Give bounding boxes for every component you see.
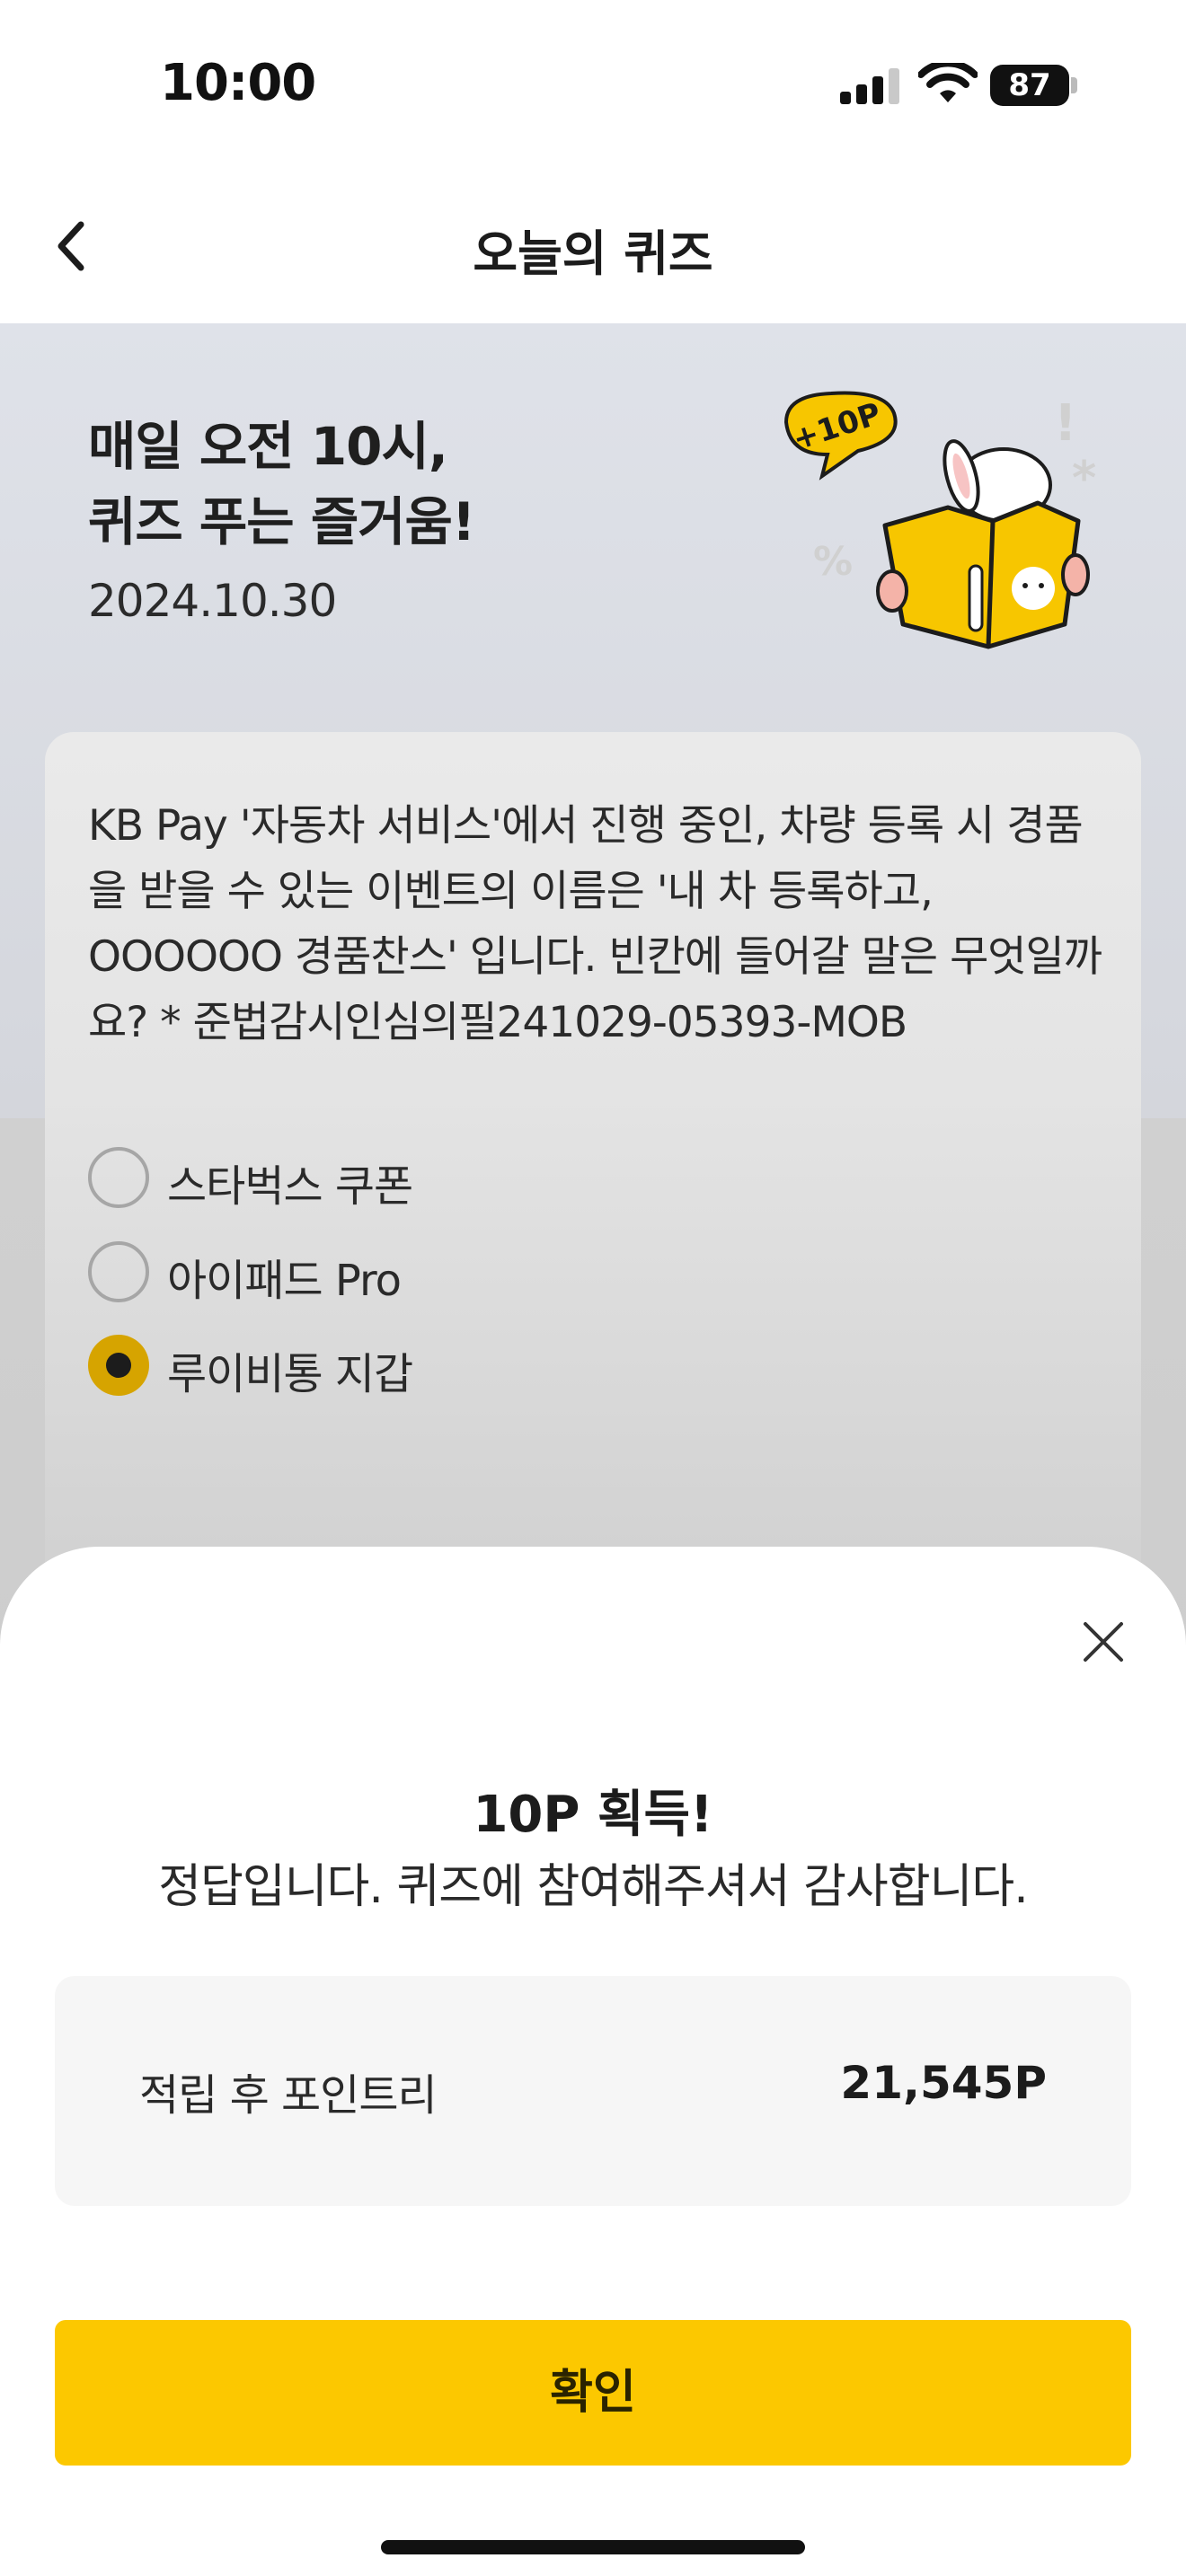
question-text: KB Pay '자동차 서비스'에서 진행 중인, 차량 등록 시 경품을 받을… — [88, 801, 1102, 1047]
result-title: 10P 획득! — [473, 1786, 713, 1844]
option-label: 아이패드 Pro — [167, 1256, 402, 1306]
radio-button[interactable] — [88, 1147, 149, 1208]
svg-text:*: * — [1072, 452, 1096, 506]
home-indicator — [381, 2540, 805, 2554]
wifi-icon — [918, 63, 978, 102]
confirm-button[interactable]: 확인 — [55, 2320, 1131, 2466]
points-label: 적립 후 포인트리 — [139, 2070, 438, 2121]
radio-button[interactable] — [88, 1241, 149, 1302]
hero-title: 매일 오전 10시, 퀴즈 푸는 즐거움! — [88, 409, 475, 560]
rabbit-reading-book-icon: +10P ! * % — [783, 391, 1096, 649]
status-bar: 10:00 87 — [0, 0, 1186, 171]
quiz-date: 2024.10.30 — [88, 575, 337, 627]
option-label: 루이비통 지갑 — [167, 1349, 413, 1399]
result-message: 정답입니다. 퀴즈에 참여해주셔서 감사합니다. — [158, 1860, 1029, 1914]
radio-button-selected[interactable] — [88, 1335, 149, 1396]
hero-title-line1: 매일 오전 10시, — [88, 416, 448, 477]
points-value: 21,545P — [840, 2057, 1047, 2109]
points-badge: +10P — [783, 391, 898, 481]
svg-text:!: ! — [1054, 394, 1077, 453]
cellular-signal-icon — [840, 68, 901, 104]
page-title: 오늘의 퀴즈 — [473, 225, 713, 282]
battery-cap — [1071, 77, 1077, 93]
svg-text:%: % — [813, 539, 853, 585]
nav-bar: 오늘의 퀴즈 — [0, 171, 1186, 323]
close-icon[interactable] — [1078, 1617, 1128, 1667]
battery-icon: 87 — [990, 65, 1069, 106]
status-time: 10:00 — [160, 54, 316, 112]
option-label: 스타벅스 쿠폰 — [167, 1161, 413, 1212]
hero-title-line2: 퀴즈 푸는 즐거움! — [88, 491, 475, 552]
